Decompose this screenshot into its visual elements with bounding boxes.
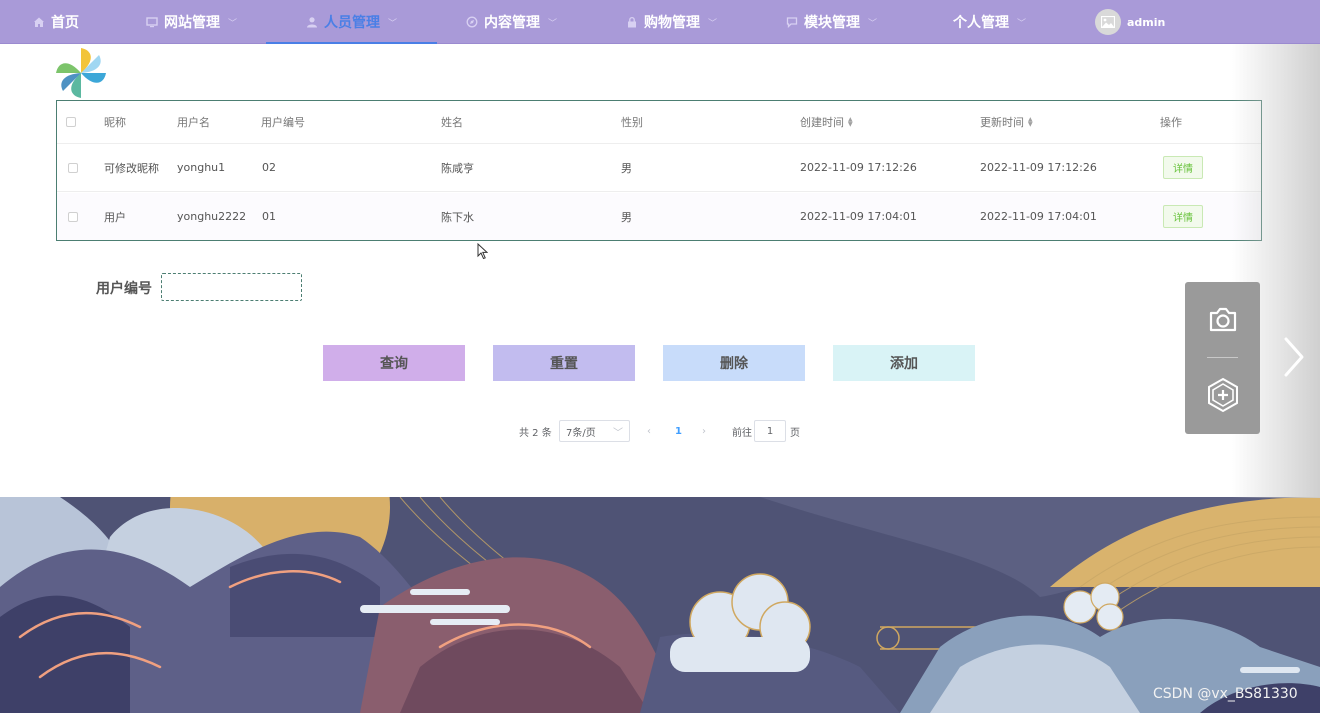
row-checkbox[interactable] <box>68 211 78 222</box>
page-size-value: 7条/页 <box>566 427 596 439</box>
mouse-cursor-icon <box>477 243 488 260</box>
column-header: 昵称 <box>104 116 126 129</box>
watermark-text: CSDN @vx_BS81330 <box>1153 686 1298 702</box>
cell-name: 陈咸亨 <box>441 161 474 175</box>
chat-icon <box>786 17 798 28</box>
column-header-updated[interactable]: 更新时间 ▲ ▼ <box>980 101 1033 143</box>
nav-item-label: 个人管理 <box>953 15 1009 31</box>
user-table: 昵称 用户名 用户编号 姓名 性别 创建时间 ▲ ▼ 更新时间 ▲ ▼ 操作 可修改… <box>56 100 1262 241</box>
user-no-input[interactable] <box>161 273 302 301</box>
username-label: admin <box>1127 15 1166 29</box>
query-button[interactable]: 查询 <box>323 345 465 381</box>
column-header: 用户编号 <box>261 116 305 129</box>
pinwheel-logo <box>56 48 106 98</box>
cell-updated: 2022-11-09 17:04:01 <box>980 210 1097 223</box>
divider <box>1207 357 1238 358</box>
chevron-down-icon: ﹀ <box>868 18 878 29</box>
cell-nickname: 用户 <box>104 210 126 224</box>
column-header-label: 更新时间 <box>980 116 1024 129</box>
user-menu[interactable]: admin <box>1095 0 1165 44</box>
cell-username: yonghu1 <box>177 161 226 174</box>
page-size-select[interactable]: 7条/页 ﹀ <box>559 420 630 442</box>
row-checkbox[interactable] <box>68 162 78 173</box>
pagination-total: 共 2 条 <box>519 427 552 439</box>
cell-nickname: 可修改昵称 <box>104 161 159 175</box>
add-shield-icon[interactable] <box>1204 376 1242 414</box>
next-page-icon[interactable]: › <box>702 420 706 442</box>
cell-created: 2022-11-09 17:04:01 <box>800 210 917 223</box>
floating-tool-panel <box>1185 282 1260 434</box>
nav-item-personnel[interactable]: 人员管理 ﹀ <box>265 0 438 44</box>
table-row: 用户 yonghu2222 01 陈下水 男 2022-11-09 17:04:… <box>57 193 1261 240</box>
chevron-down-icon: ﹀ <box>1017 18 1027 29</box>
user-no-label: 用户编号 <box>96 281 152 297</box>
compass-icon <box>466 16 478 28</box>
nav-item-modules[interactable]: 模块管理 ﹀ <box>786 0 877 44</box>
chevron-down-icon: ﹀ <box>708 18 718 29</box>
nav-item-label: 首页 <box>51 15 79 31</box>
detail-button[interactable]: 详情 <box>1163 156 1203 179</box>
cell-user-no: 01 <box>262 210 276 223</box>
goto-suffix: 页 <box>790 427 800 439</box>
cell-updated: 2022-11-09 17:12:26 <box>980 161 1097 174</box>
chevron-down-icon: ﹀ <box>228 18 238 29</box>
goto-prefix: 前往 <box>732 427 752 439</box>
nav-item-shopping[interactable]: 购物管理 ﹀ <box>626 0 717 44</box>
nav-item-label: 购物管理 <box>644 15 700 31</box>
column-header: 姓名 <box>441 116 463 129</box>
nav-item-label: 模块管理 <box>804 15 860 31</box>
select-all-checkbox[interactable] <box>66 117 76 127</box>
sort-icon[interactable]: ▲ ▼ <box>1028 117 1033 128</box>
chevron-down-icon: ﹀ <box>388 18 398 29</box>
column-header: 用户名 <box>177 116 210 129</box>
column-header: 性别 <box>621 116 643 129</box>
add-button[interactable]: 添加 <box>833 345 975 381</box>
page-number-current[interactable]: 1 <box>675 420 682 442</box>
table-header: 昵称 用户名 用户编号 姓名 性别 创建时间 ▲ ▼ 更新时间 ▲ ▼ 操作 <box>57 101 1261 144</box>
column-header-label: 创建时间 <box>800 116 844 129</box>
nav-item-home[interactable]: 首页 <box>33 0 79 44</box>
detail-button[interactable]: 详情 <box>1163 205 1203 228</box>
nav-item-label: 人员管理 <box>324 15 380 31</box>
column-header: 操作 <box>1160 116 1182 129</box>
nav-item-personal[interactable]: 个人管理 ﹀ <box>953 0 1026 44</box>
avatar <box>1095 9 1121 35</box>
chevron-right-icon[interactable] <box>1278 334 1308 380</box>
home-icon <box>34 17 44 27</box>
cell-gender: 男 <box>621 161 632 175</box>
camera-icon[interactable] <box>1204 301 1242 339</box>
prev-page-icon[interactable]: ‹ <box>647 420 651 442</box>
sort-icon[interactable]: ▲ ▼ <box>848 117 853 128</box>
chevron-down-icon: ﹀ <box>613 427 623 439</box>
user-icon <box>307 17 317 28</box>
table-row: 可修改昵称 yonghu1 02 陈咸亨 男 2022-11-09 17:12:… <box>57 144 1261 192</box>
nav-item-content[interactable]: 内容管理 ﹀ <box>466 0 557 44</box>
chevron-down-icon: ﹀ <box>548 18 558 29</box>
nav-item-label: 网站管理 <box>164 15 220 31</box>
cell-name: 陈下水 <box>441 210 474 224</box>
reset-button[interactable]: 重置 <box>493 345 635 381</box>
lock-icon <box>628 16 636 28</box>
column-header-created[interactable]: 创建时间 ▲ ▼ <box>800 101 853 143</box>
landscape-background-image <box>0 497 1320 713</box>
cell-username: yonghu2222 <box>177 210 247 223</box>
cell-created: 2022-11-09 17:12:26 <box>800 161 917 174</box>
delete-button[interactable]: 删除 <box>663 345 805 381</box>
monitor-icon <box>146 17 158 28</box>
cell-gender: 男 <box>621 210 632 224</box>
nav-item-website[interactable]: 网站管理 ﹀ <box>146 0 237 44</box>
cell-user-no: 02 <box>262 161 276 174</box>
goto-page-input[interactable]: 1 <box>754 420 786 442</box>
image-placeholder-icon <box>1101 16 1115 28</box>
nav-item-label: 内容管理 <box>484 15 540 31</box>
top-navigation: 首页 网站管理 ﹀ 人员管理 ﹀ 内容管理 ﹀ 购物管理 ﹀ 模块管理 ﹀ 个人… <box>0 0 1320 44</box>
